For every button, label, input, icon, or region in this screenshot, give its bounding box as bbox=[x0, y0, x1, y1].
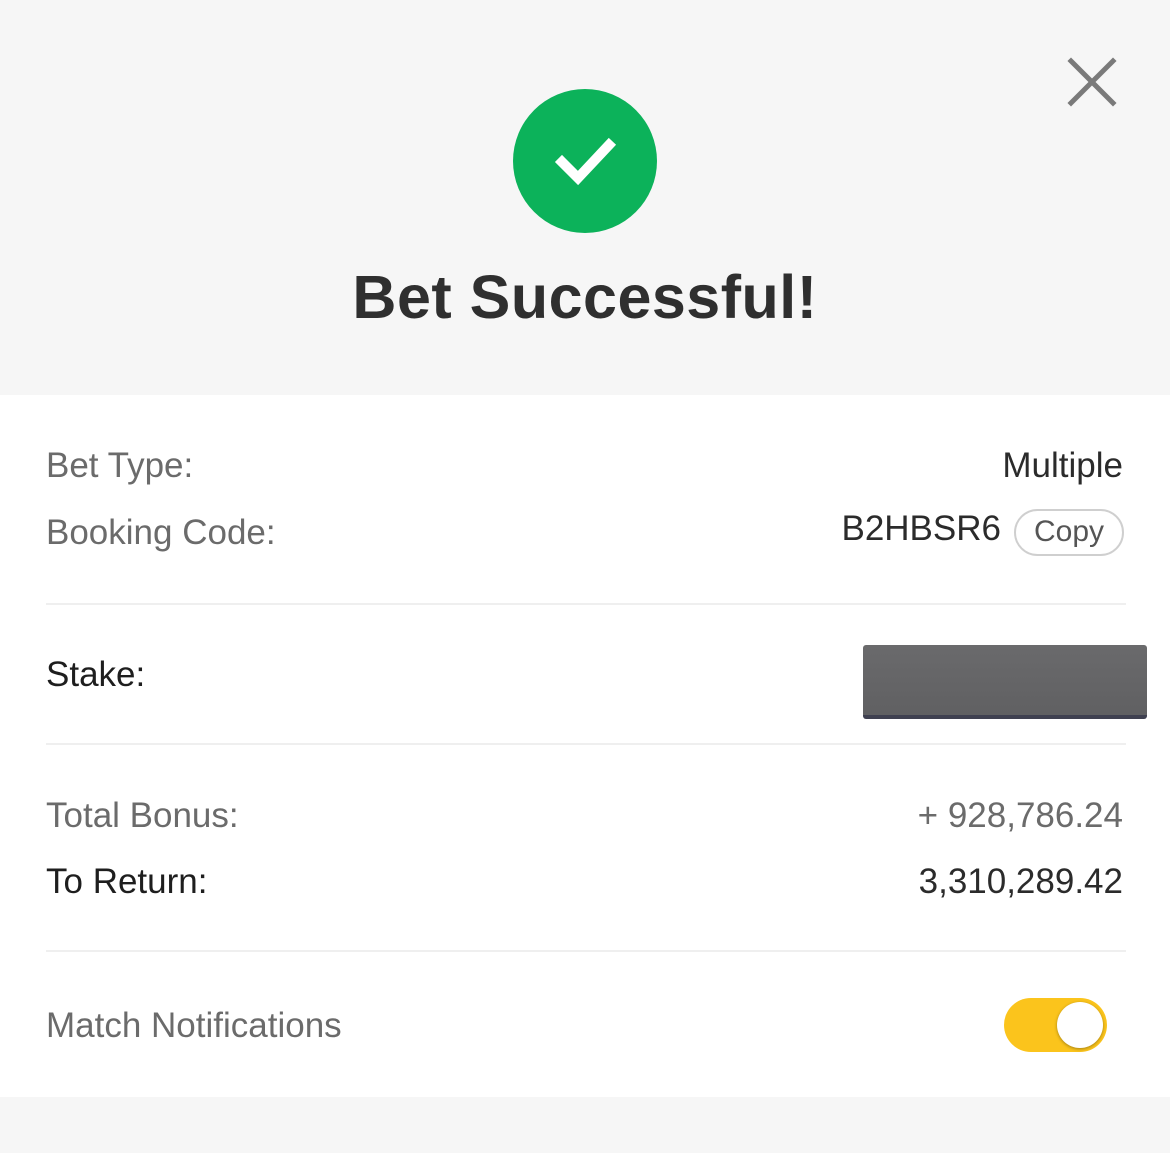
check-circle-icon bbox=[554, 137, 617, 186]
divider bbox=[46, 603, 1126, 605]
bet-success-modal: Bet Successful! Bet Type: Multiple Booki… bbox=[0, 0, 1170, 1153]
toggle-knob bbox=[1057, 1002, 1103, 1048]
bet-details: Bet Type: Multiple Booking Code: B2HBSR6… bbox=[0, 395, 1170, 1097]
total-bonus-label: Total Bonus: bbox=[46, 796, 239, 835]
match-notifications-label: Match Notifications bbox=[46, 1006, 342, 1045]
page-title: Bet Successful! bbox=[352, 263, 818, 331]
to-return-value: 3,310,289.42 bbox=[918, 862, 1123, 901]
stake-label: Stake: bbox=[46, 655, 146, 694]
success-status bbox=[513, 89, 657, 233]
to-return-label: To Return: bbox=[46, 862, 208, 901]
match-notifications-toggle[interactable] bbox=[1004, 998, 1107, 1052]
close-icon bbox=[1067, 57, 1117, 107]
bet-type-label: Bet Type: bbox=[46, 446, 194, 485]
booking-code-label: Booking Code: bbox=[46, 513, 276, 552]
copy-button[interactable]: Copy bbox=[1014, 509, 1124, 556]
divider bbox=[46, 743, 1126, 745]
divider bbox=[46, 950, 1126, 952]
close-button[interactable] bbox=[1062, 52, 1122, 112]
booking-code-value: B2HBSR6 bbox=[841, 509, 1001, 548]
modal-header: Bet Successful! bbox=[0, 0, 1170, 395]
bet-type-value: Multiple bbox=[1002, 446, 1123, 485]
total-bonus-value: + 928,786.24 bbox=[917, 796, 1123, 835]
modal-footer bbox=[0, 1097, 1170, 1153]
stake-value-redacted bbox=[863, 645, 1147, 719]
